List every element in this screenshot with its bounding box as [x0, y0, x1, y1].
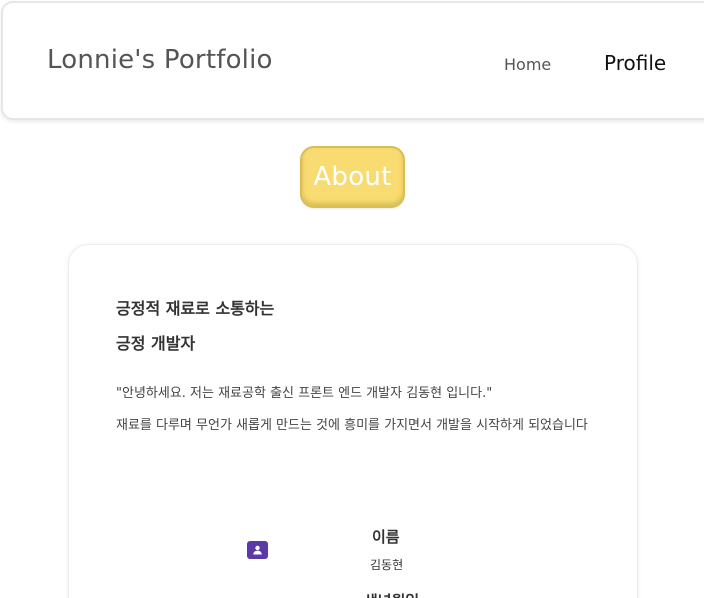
about-section-badge: About	[300, 146, 405, 208]
person-icon	[247, 541, 268, 559]
site-title[interactable]: Lonnie's Portfolio	[47, 45, 273, 75]
name-value: 김동현	[370, 558, 404, 572]
tagline-line-1: 긍정적 재료로 소통하는	[116, 299, 275, 318]
tagline-line-2: 긍정 개발자	[116, 334, 196, 353]
intro-quote: "안녕하세요. 저는 재료공학 출신 프론트 엔드 개발자 김동현 입니다."	[116, 386, 493, 401]
nav-profile-link[interactable]: Profile	[604, 51, 666, 75]
about-description: 재료를 다루며 무언가 새롭게 만드는 것에 흥미를 가지면서 개발을 시작하게…	[116, 418, 588, 433]
page: Lonnie's Portfolio Home Profile About 긍정…	[0, 0, 704, 598]
person-icon-glyph	[253, 545, 262, 555]
name-label: 이름	[372, 528, 400, 546]
about-label: About	[313, 162, 392, 192]
birthdate-label: 생년월일	[364, 590, 419, 598]
nav-home-link[interactable]: Home	[504, 55, 551, 74]
site-header: Lonnie's Portfolio Home Profile	[1, 1, 704, 120]
